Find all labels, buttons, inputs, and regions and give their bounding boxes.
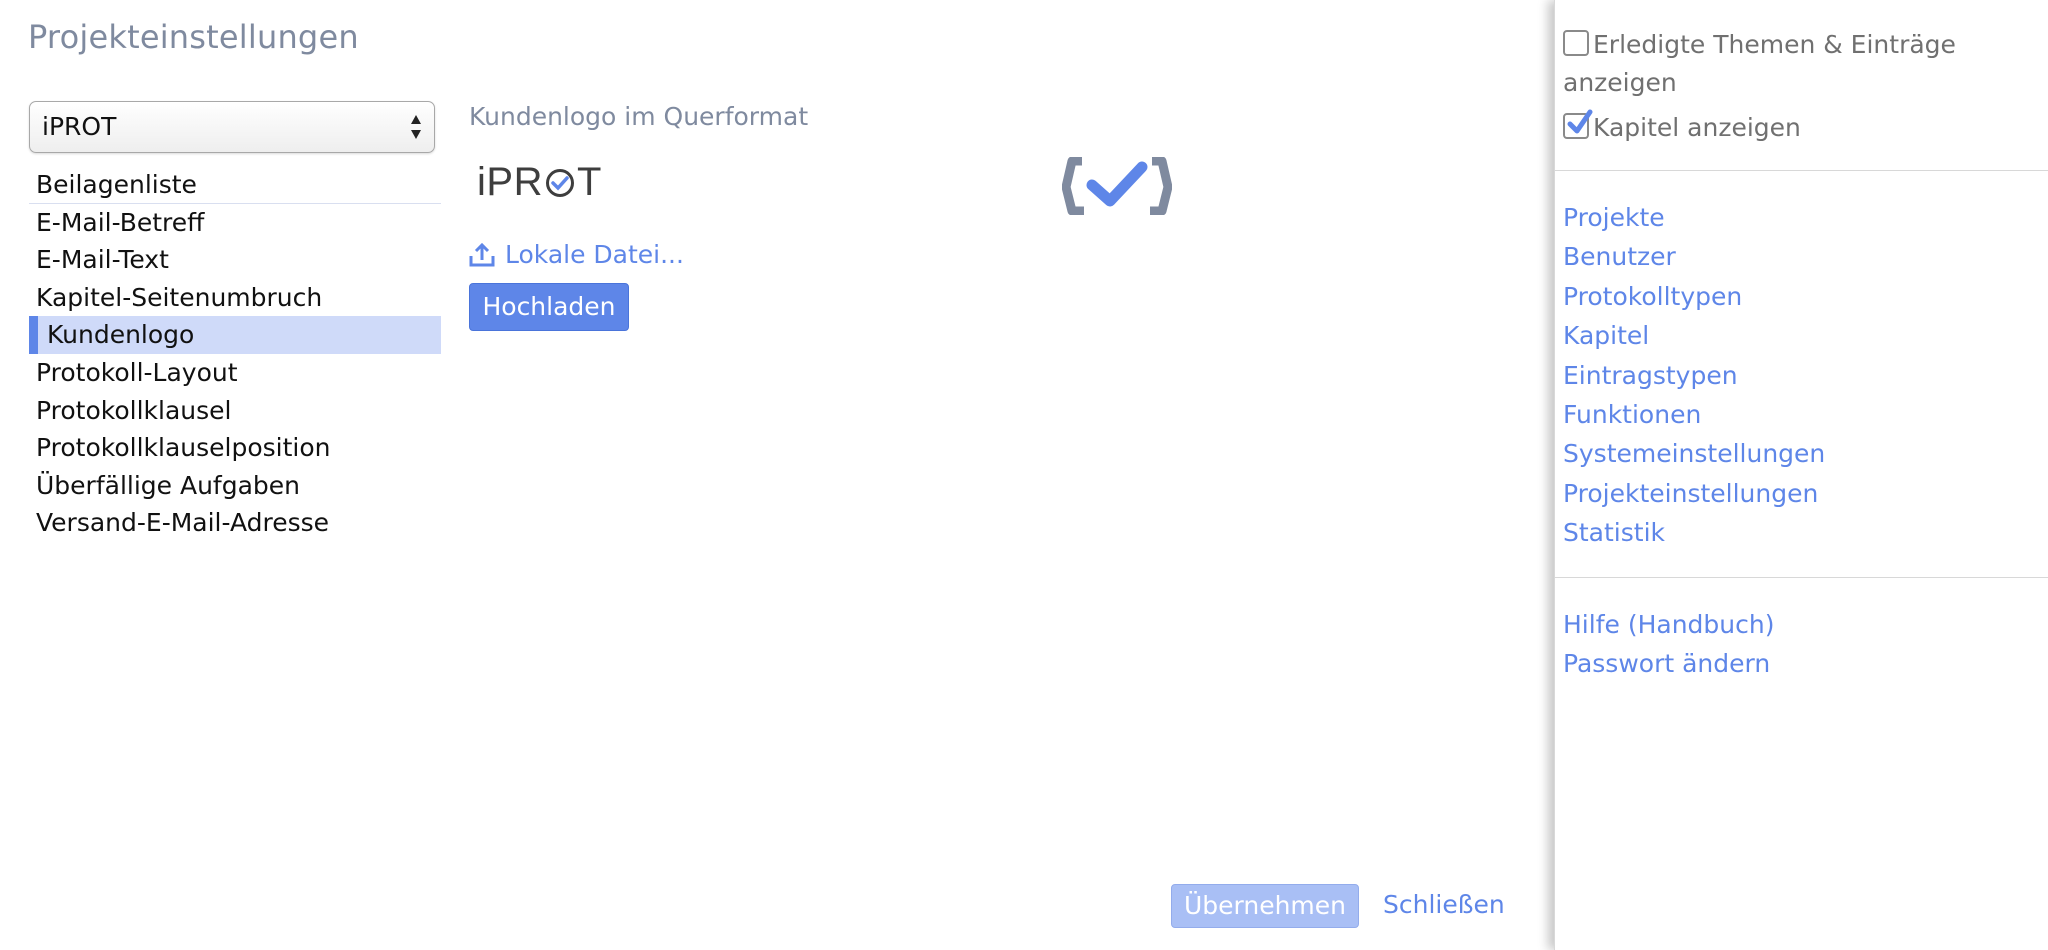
main-nav: Projekte Benutzer Protokolltypen Kapitel…	[1563, 198, 1825, 553]
help-nav: Hilfe (Handbuch) Passwort ändern	[1563, 605, 1774, 684]
nav-link-hilfe[interactable]: Hilfe (Handbuch)	[1563, 605, 1774, 644]
close-link[interactable]: Schließen	[1383, 890, 1505, 919]
select-arrows-icon	[411, 115, 421, 139]
settings-item-protokoll-layout[interactable]: Protokoll-Layout	[29, 354, 441, 392]
upload-icon	[469, 242, 495, 266]
side-panel-divider	[1555, 170, 2048, 171]
show-completed-checkbox-row[interactable]: Erledigte Themen & Einträge anzeigen	[1563, 26, 1956, 102]
customer-logo-preview: iPR T	[477, 160, 602, 205]
local-file-label: Lokale Datei...	[505, 240, 684, 269]
nav-link-statistik[interactable]: Statistik	[1563, 513, 1825, 552]
logo-text-prefix: iPR	[477, 160, 543, 204]
settings-item-kundenlogo[interactable]: Kundenlogo	[29, 316, 441, 354]
show-chapters-checkbox[interactable]	[1563, 109, 1593, 139]
settings-item-ueberfaellige-aufgaben[interactable]: Überfällige Aufgaben	[29, 467, 441, 505]
settings-item-protokollklauselposition[interactable]: Protokollklauselposition	[29, 429, 441, 467]
nav-link-passwort-aendern[interactable]: Passwort ändern	[1563, 644, 1774, 683]
settings-item-beilagenliste[interactable]: Beilagenliste	[29, 166, 441, 204]
check-logo-icon	[1062, 157, 1172, 215]
show-chapters-checkbox-row[interactable]: Kapitel anzeigen	[1563, 109, 1801, 147]
nav-link-protokolltypen[interactable]: Protokolltypen	[1563, 277, 1825, 316]
logo-o-check-icon	[545, 168, 574, 197]
show-completed-checkbox[interactable]	[1563, 30, 1589, 56]
nav-link-funktionen[interactable]: Funktionen	[1563, 395, 1825, 434]
show-chapters-label: Kapitel anzeigen	[1593, 113, 1801, 142]
nav-link-systemeinstellungen[interactable]: Systemeinstellungen	[1563, 434, 1825, 473]
side-panel: Erledigte Themen & Einträge anzeigen Kap…	[1554, 0, 2048, 950]
nav-link-projekteinstellungen[interactable]: Projekteinstellungen	[1563, 474, 1825, 513]
settings-item-protokollklausel[interactable]: Protokollklausel	[29, 392, 441, 430]
settings-list: Beilagenliste E-Mail-Betreff E-Mail-Text…	[29, 166, 441, 542]
local-file-link[interactable]: Lokale Datei...	[469, 240, 684, 269]
project-select-value: iPROT	[42, 112, 117, 141]
page-title: Projekteinstellungen	[28, 18, 359, 56]
project-select[interactable]: iPROT	[29, 101, 435, 153]
nav-link-eintragstypen[interactable]: Eintragstypen	[1563, 356, 1825, 395]
nav-link-kapitel[interactable]: Kapitel	[1563, 316, 1825, 355]
project-settings-dialog: Projekteinstellungen iPROT Beilagenliste…	[0, 0, 1554, 950]
side-panel-divider	[1555, 577, 2048, 578]
nav-link-projekte[interactable]: Projekte	[1563, 198, 1825, 237]
settings-item-email-betreff[interactable]: E-Mail-Betreff	[29, 204, 441, 242]
logo-text-suffix: T	[576, 160, 602, 204]
settings-item-kapitel-seitenumbruch[interactable]: Kapitel-Seitenumbruch	[29, 279, 441, 317]
section-label: Kundenlogo im Querformat	[469, 102, 809, 131]
apply-button[interactable]: Übernehmen	[1171, 884, 1359, 928]
settings-item-versand-email-adresse[interactable]: Versand-E-Mail-Adresse	[29, 504, 441, 542]
checkmark-icon	[1567, 109, 1593, 134]
show-completed-label-line2: anzeigen	[1563, 68, 1677, 97]
nav-link-benutzer[interactable]: Benutzer	[1563, 237, 1825, 276]
settings-item-email-text[interactable]: E-Mail-Text	[29, 241, 441, 279]
upload-button[interactable]: Hochladen	[469, 283, 629, 331]
show-completed-label-line1: Erledigte Themen & Einträge	[1593, 30, 1956, 59]
